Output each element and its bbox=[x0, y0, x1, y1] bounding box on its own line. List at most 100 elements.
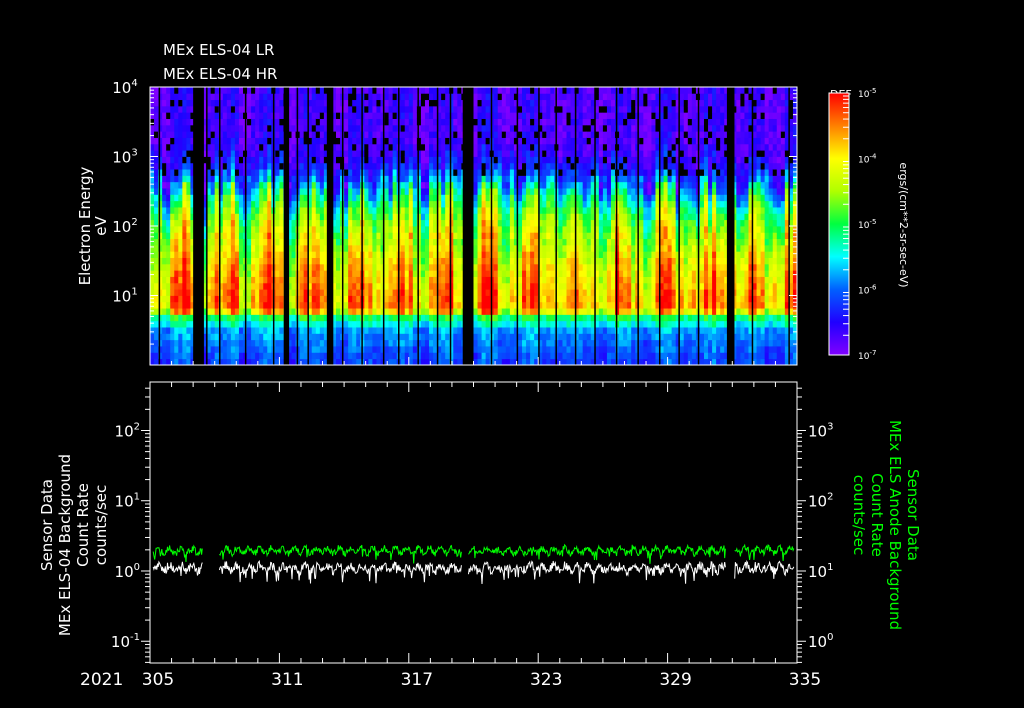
spectrogram-cell bbox=[182, 150, 187, 157]
spectrogram-cell bbox=[178, 282, 183, 290]
spectrogram-cell bbox=[352, 156, 357, 164]
spectrogram-cell bbox=[388, 93, 394, 101]
spectrogram-cell bbox=[404, 200, 410, 208]
spectrogram-cell bbox=[178, 156, 183, 164]
spectrogram-cell bbox=[408, 188, 414, 195]
spectrogram-cell bbox=[238, 270, 244, 277]
spectrogram-cell bbox=[230, 257, 236, 265]
spectrogram-cell bbox=[424, 339, 430, 347]
spectrogram-cell bbox=[247, 99, 252, 107]
spectrogram-cell bbox=[170, 124, 175, 132]
spectrogram-cell bbox=[534, 93, 539, 101]
spectrogram-cell bbox=[522, 169, 527, 176]
spectrogram-cell bbox=[279, 112, 284, 119]
spectrogram-cell bbox=[433, 181, 438, 189]
spectrogram-cell bbox=[234, 270, 240, 277]
spectrogram-cell bbox=[424, 263, 430, 271]
spectrogram-cell bbox=[356, 131, 361, 138]
spectrogram-cell bbox=[182, 232, 187, 240]
spectrogram-cell bbox=[150, 244, 155, 252]
spectrogram-cell bbox=[352, 263, 357, 271]
spectrogram-cell bbox=[497, 308, 503, 315]
spectrogram-cell bbox=[319, 327, 325, 334]
spectrogram-cell bbox=[263, 289, 268, 296]
spectrogram-cell bbox=[602, 308, 608, 315]
spectrogram-cell bbox=[457, 169, 462, 176]
spectrogram-cell bbox=[505, 169, 511, 176]
spectrogram-cell bbox=[473, 238, 478, 246]
spectrogram-cell bbox=[562, 181, 567, 189]
spectrogram-cell bbox=[517, 301, 523, 309]
spectrogram-cell bbox=[546, 169, 551, 176]
spectrogram-cell bbox=[214, 181, 220, 189]
spectrogram-cell bbox=[210, 263, 216, 271]
spectrogram-cell bbox=[582, 143, 588, 151]
spectrogram-cell bbox=[388, 194, 394, 202]
spectrogram-cell bbox=[412, 143, 418, 151]
spectrogram-cell bbox=[263, 87, 268, 94]
spectrogram-cell bbox=[424, 169, 430, 176]
spectrogram-cell bbox=[408, 352, 414, 360]
spectrogram-cell bbox=[275, 276, 280, 284]
spectrogram-cell bbox=[578, 181, 584, 189]
spectrogram-cell bbox=[154, 200, 159, 208]
spectrogram-cell bbox=[247, 295, 252, 303]
spectrogram-cell bbox=[279, 87, 284, 94]
spectrogram-cell bbox=[263, 238, 268, 246]
spectrogram-cell bbox=[150, 282, 155, 290]
spectrogram-cell bbox=[404, 346, 410, 353]
spectrogram-cell bbox=[566, 137, 571, 145]
spectrogram-cell bbox=[247, 358, 252, 366]
spectrogram-panel bbox=[150, 87, 798, 366]
spectrogram-cell bbox=[372, 270, 377, 277]
spectrogram-cell bbox=[162, 276, 167, 284]
spectrogram-cell bbox=[372, 118, 377, 126]
spectrogram-cell bbox=[400, 320, 406, 328]
spectrogram-cell bbox=[303, 238, 309, 246]
spectrogram-cell bbox=[275, 175, 280, 183]
spectrogram-cell bbox=[251, 213, 256, 221]
spectrogram-cell bbox=[477, 188, 482, 195]
spectrogram-cell bbox=[586, 320, 592, 328]
spectrogram-cell bbox=[477, 263, 482, 271]
spectrogram-cell bbox=[509, 257, 515, 265]
spectrogram-cell bbox=[522, 226, 527, 233]
spectrogram-cell bbox=[299, 150, 305, 157]
spectrogram-cell bbox=[505, 131, 511, 138]
spectrogram-cell bbox=[429, 112, 434, 119]
spectrogram-cell bbox=[356, 105, 361, 113]
spectrogram-cell bbox=[429, 226, 434, 233]
spectrogram-cell bbox=[412, 219, 418, 227]
spectrogram-cell bbox=[372, 320, 377, 328]
spectrogram-cell bbox=[526, 320, 531, 328]
spectrogram-cell bbox=[408, 162, 414, 170]
spectrogram-cell bbox=[238, 244, 244, 252]
spectrogram-cell bbox=[344, 276, 349, 284]
spectrogram-cell bbox=[534, 333, 539, 341]
spectrogram-cell bbox=[238, 358, 244, 366]
spectrogram-cell bbox=[566, 333, 571, 341]
spectrogram-cell bbox=[546, 244, 551, 252]
spectrogram-cell bbox=[226, 244, 232, 252]
spectrogram-cell bbox=[542, 200, 547, 208]
spectrogram-cell bbox=[501, 131, 507, 138]
spectrogram-cell bbox=[509, 232, 515, 240]
spectrogram-cell bbox=[368, 118, 373, 126]
spectrogram-cell bbox=[453, 213, 458, 221]
spectrogram-cell bbox=[319, 143, 325, 151]
spectrogram-cell bbox=[534, 238, 539, 246]
spectrogram-cell bbox=[170, 194, 175, 202]
spectrogram-cell bbox=[259, 162, 264, 170]
spectrogram-cell bbox=[400, 289, 406, 296]
spectrogram-cell bbox=[477, 257, 482, 265]
spectrogram-cell bbox=[412, 93, 418, 101]
spectrogram-cell bbox=[376, 257, 381, 265]
spectrogram-cell bbox=[162, 124, 167, 132]
spectrogram-cell bbox=[550, 308, 555, 315]
spectrogram-cell bbox=[356, 143, 361, 151]
spectrogram-cell bbox=[162, 308, 167, 315]
spectrogram-cell bbox=[214, 162, 220, 170]
spectrogram-cell bbox=[420, 175, 426, 183]
spectrogram-cell bbox=[150, 257, 155, 265]
spectrogram-cell bbox=[154, 143, 159, 151]
